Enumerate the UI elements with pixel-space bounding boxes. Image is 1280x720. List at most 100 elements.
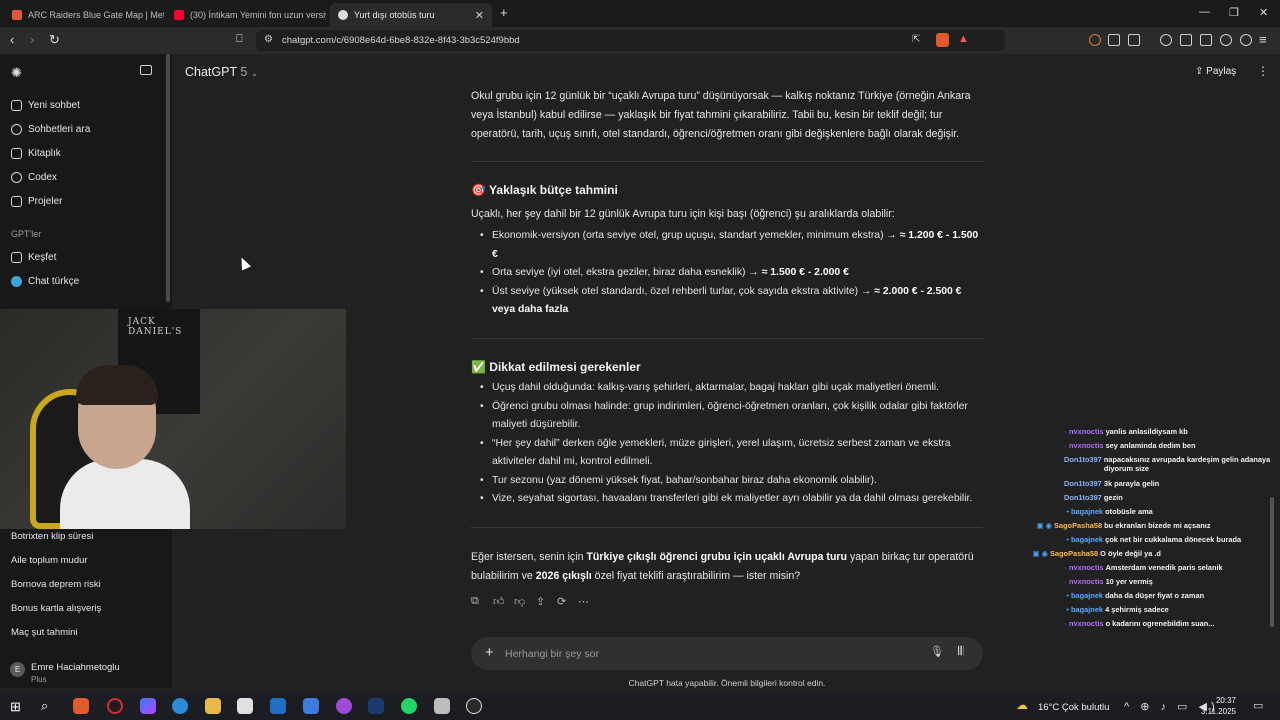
library-button[interactable]: Kitaplık [11,148,61,159]
mouse-cursor [236,255,252,271]
windows-start-icon[interactable]: ⊞ [10,699,21,715]
chat-message: · nvxnoctis Amsterdam venedik paris selan… [1035,563,1223,572]
url-field[interactable]: ⚙ chatgpt.com/c/6908e64d-6be8-832e-8f43-… [256,30,1005,51]
outlook-icon[interactable] [270,698,286,714]
grid-icon [11,252,22,263]
browser-tab[interactable]: (30) İntikam Yemini fon uzun versiyon [166,3,326,27]
edge-icon[interactable] [172,698,188,714]
puzzle-extensions-icon[interactable] [1108,34,1120,46]
folder-icon [11,196,22,207]
regenerate-icon[interactable]: ⟳ [557,595,566,608]
chat-history-item[interactable]: Bornova deprem riski [11,579,101,590]
thumbs-up-icon[interactable]: 👍︎ [493,595,505,608]
sidebar-item-label: Sohbetleri ara [28,124,91,135]
sidebar-scrollbar[interactable] [166,54,170,302]
new-chat-button[interactable]: Yeni sohbet [11,100,80,111]
sidebar-toggle-icon[interactable] [1180,34,1192,46]
list-item: Ekonomik-versiyon (orta seviye otel, gru… [480,227,982,264]
sidebar-item-label: Chat türkçe [28,276,80,287]
back-icon[interactable]: ‹ [10,32,14,47]
chat-username: bagajnek [1071,605,1104,614]
weather-icon: ☁ [1016,698,1028,712]
browser-tab-active[interactable]: Yurt dışı otobüs turu ✕ [330,3,492,27]
list-item: Vize, seyahat sigortası, havaalanı trans… [480,490,982,509]
explore-gpts-button[interactable]: Keşfet [11,252,56,263]
browser-tab[interactable]: ARC Raiders Blue Gate Map | MetaFo [4,3,164,27]
brave-shield-icon[interactable] [936,33,949,47]
prompt-input[interactable] [505,645,885,662]
copilot-icon[interactable] [140,698,156,714]
codex-button[interactable]: Codex [11,172,57,183]
steam-icon[interactable] [368,698,384,714]
whatsapp-icon[interactable] [401,698,417,714]
copy-icon[interactable]: ⧉ [471,595,479,608]
openai-logo-icon[interactable]: ✺ [11,65,22,81]
divider [471,338,983,339]
store-icon[interactable] [237,698,253,714]
notifications-icon[interactable]: ▭ [1253,699,1263,712]
leo-ai-icon[interactable] [1220,34,1232,46]
chat-message: · nvxnoctis yanlis anlasildiysam kb [1035,427,1188,436]
clock-date: 3.11.2025 [1201,707,1236,716]
share-button[interactable]: ⇪ Paylaş [1195,66,1236,77]
minimize-button[interactable]: — [1199,6,1210,18]
discord-icon[interactable] [336,698,352,714]
app-icon[interactable] [434,698,450,714]
clock-time: 20:37 [1215,696,1236,705]
close-tab-icon[interactable]: ✕ [475,9,484,22]
search-icon[interactable]: ⌕ [41,698,48,714]
chat-history-item[interactable]: Botrixten klip süresi [11,531,93,542]
gpt-chat-turkce[interactable]: Chat türkçe [11,276,79,287]
page-scrollbar[interactable] [1270,497,1274,627]
file-explorer-icon[interactable] [205,698,221,714]
list-item: “Her şey dahil” derken öğle yemekleri, m… [480,435,982,472]
share-icon[interactable]: ⇪ [536,595,545,608]
maximize-button[interactable]: ❐ [1229,6,1239,19]
microphone-icon[interactable]: 🎙︎ [930,645,944,658]
share-page-icon[interactable]: ⇱ [912,34,920,45]
weather-text[interactable]: 16°C Çok bulutlu [1038,702,1109,713]
thumbs-down-icon[interactable]: 👎︎ [514,595,525,608]
more-options-icon[interactable]: ⋮ [1257,64,1269,78]
chat-message: Don1to397 gezin [1030,493,1123,502]
response-intro: Okul grubu için 12 günlük bir “uçaklı Av… [471,90,971,140]
new-tab-button[interactable]: + [500,5,508,20]
attention-list: Uçuş dahil olduğunda: kalkış-varış şehir… [480,379,982,509]
chat-history-item[interactable]: Maç şut tahmini [11,627,78,638]
budget-list: Ekonomik-versiyon (orta seviye otel, gru… [480,227,982,320]
clock[interactable]: 20:37 3.11.2025 [1200,695,1236,717]
chat-badge-icon: • [1066,591,1069,600]
add-attachment-button[interactable]: + [485,644,494,661]
wallet-icon[interactable] [1200,34,1212,46]
chat-message: Don1to397 3k parayla gelin [1030,479,1159,488]
vpn-icon[interactable] [1240,34,1252,46]
opera-icon[interactable] [107,698,123,714]
music-icon[interactable] [1160,34,1172,46]
menu-icon[interactable]: ≡ [1259,32,1267,47]
reload-icon[interactable]: ↻ [49,32,60,48]
screenshot-icon[interactable] [1128,34,1140,46]
extension-icon[interactable] [1089,34,1101,46]
bookmark-icon[interactable]: ⎕ [236,33,243,46]
forward-icon[interactable]: › [30,32,34,47]
app-icon[interactable] [303,698,319,714]
model-selector[interactable]: ChatGPT 5 ⌄ [185,65,258,79]
voice-mode-icon[interactable]: 𝄃𝄃 [958,644,963,659]
list-item: Tur sezonu (yaz dönemi yüksek fiyat, bah… [480,472,982,491]
close-window-button[interactable]: ✕ [1259,6,1268,19]
search-chats-button[interactable]: Sohbetleri ara [11,124,90,135]
site-info-icon[interactable]: ⚙ [264,34,273,45]
more-icon[interactable]: ⋯ [578,595,589,608]
chat-message: • bagajnek 4 şehirmiş sadece [1037,605,1168,614]
chatgpt-app-icon[interactable] [466,698,482,714]
chat-history-item[interactable]: Aile toplum mudur [11,555,88,566]
sidebar-item-label: Projeler [28,196,63,207]
brave-rewards-icon[interactable]: ▲ [958,33,969,45]
close-sidebar-icon[interactable] [140,65,152,75]
chevron-down-icon: ⌄ [250,68,259,78]
chat-history-item[interactable]: Bonus kartla alışveriş [11,603,101,614]
model-name: ChatGPT [185,65,237,79]
brave-browser-icon[interactable] [73,698,89,714]
projects-button[interactable]: Projeler [11,196,62,207]
attention-heading: ✅ Dikkat edilmesi gerekenler [471,360,641,374]
